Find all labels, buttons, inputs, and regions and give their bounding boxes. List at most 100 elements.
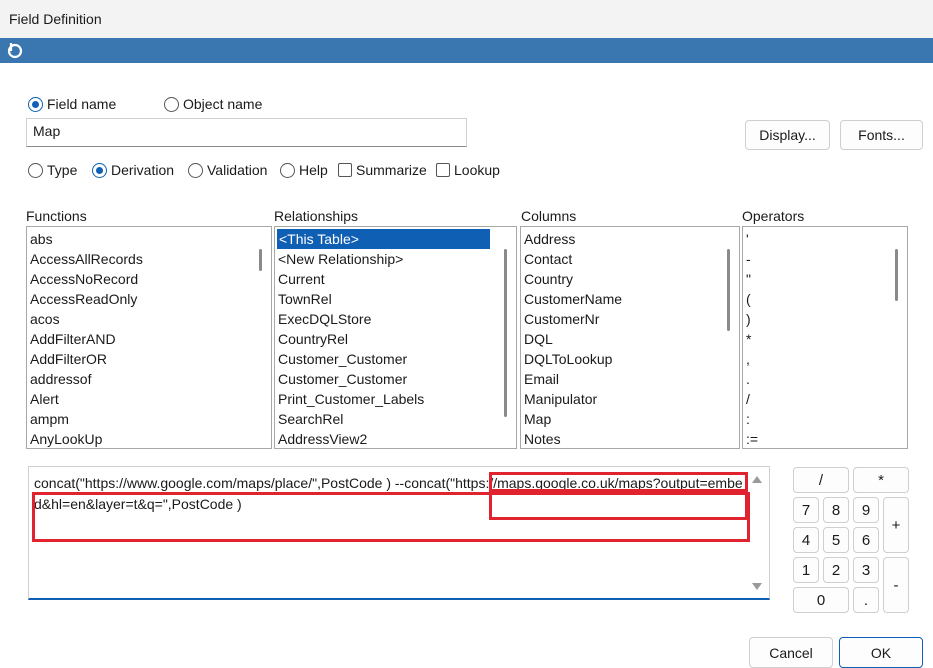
list-item[interactable]: AddFilterOR [27, 349, 271, 369]
key-7[interactable]: 7 [793, 497, 819, 523]
list-item[interactable]: ExecDQLStore [275, 309, 516, 329]
functions-list[interactable]: abs AccessAllRecords AccessNoRecord Acce… [26, 226, 272, 449]
list-item[interactable]: TownRel [275, 289, 516, 309]
list-item[interactable]: Alert [27, 389, 271, 409]
list-item[interactable]: CountryRel [275, 329, 516, 349]
fonts-button[interactable]: Fonts... [840, 120, 923, 150]
list-item[interactable]: Email [521, 369, 739, 389]
list-item[interactable]: Address [521, 229, 739, 249]
list-item[interactable]: Country [521, 269, 739, 289]
list-item[interactable]: Customer_Customer [275, 369, 516, 389]
key-0[interactable]: 0 [793, 587, 849, 613]
field-name-radio[interactable]: Field name [28, 96, 116, 112]
scroll-down-icon[interactable] [752, 583, 762, 590]
ok-button[interactable]: OK [839, 637, 923, 668]
list-item[interactable]: . [743, 369, 907, 389]
help-label: Help [299, 162, 328, 178]
scroll-up-icon[interactable] [752, 476, 762, 483]
key-multiply[interactable]: * [853, 467, 909, 493]
list-item[interactable]: Map [521, 409, 739, 429]
key-3[interactable]: 3 [853, 557, 879, 583]
type-label: Type [47, 162, 78, 178]
key-minus[interactable]: - [883, 557, 909, 613]
scrollbar-thumb[interactable] [504, 249, 507, 417]
display-button[interactable]: Display... [745, 120, 830, 150]
app-logo-icon [7, 43, 23, 59]
lookup-label: Lookup [454, 162, 500, 178]
checkbox-indicator [338, 163, 352, 177]
title-bar: Field Definition [0, 0, 933, 38]
list-item[interactable]: Current [275, 269, 516, 289]
list-item[interactable]: : [743, 409, 907, 429]
scrollbar-thumb[interactable] [895, 249, 898, 301]
scrollbar-thumb[interactable] [259, 249, 262, 271]
radio-indicator [92, 162, 107, 178]
key-5[interactable]: 5 [823, 527, 849, 553]
scrollbar-thumb[interactable] [727, 249, 730, 331]
list-item[interactable]: SearchRel [275, 409, 516, 429]
object-name-label: Object name [183, 96, 263, 112]
relationships-list[interactable]: <This Table> <New Relationship> Current … [274, 226, 517, 449]
validation-label: Validation [207, 162, 268, 178]
list-item[interactable]: AddressView2 [275, 429, 516, 448]
list-item[interactable]: AddFilterAND [27, 329, 271, 349]
list-item[interactable]: CustomerName [521, 289, 739, 309]
derivation-radio[interactable]: Derivation [92, 162, 174, 178]
list-item[interactable]: Customer_Customer [275, 349, 516, 369]
list-item[interactable]: Manipulator [521, 389, 739, 409]
list-item-selected[interactable]: <This Table> [277, 229, 490, 249]
list-item[interactable]: := [743, 429, 907, 448]
functions-label: Functions [26, 208, 87, 224]
operators-list[interactable]: ' - " ( ) * , . / : := [742, 226, 908, 449]
radio-indicator [280, 162, 295, 178]
relationships-label: Relationships [274, 208, 359, 224]
field-name-input[interactable]: Map [26, 118, 467, 147]
key-1[interactable]: 1 [793, 557, 819, 583]
summarize-checkbox[interactable]: Summarize [338, 162, 427, 178]
key-4[interactable]: 4 [793, 527, 819, 553]
lookup-checkbox[interactable]: Lookup [436, 162, 500, 178]
radio-indicator [188, 162, 203, 178]
list-item[interactable]: acos [27, 309, 271, 329]
key-8[interactable]: 8 [823, 497, 849, 523]
list-item[interactable]: Print_Customer_Labels [275, 389, 516, 409]
list-item[interactable]: ampm [27, 409, 271, 429]
highlight-box [32, 492, 750, 542]
list-item[interactable]: ) [743, 309, 907, 329]
key-9[interactable]: 9 [853, 497, 879, 523]
list-item[interactable]: AccessReadOnly [27, 289, 271, 309]
list-item[interactable]: ' [743, 229, 907, 249]
columns-list[interactable]: Address Contact Country CustomerName Cus… [520, 226, 740, 449]
list-item[interactable]: - [743, 249, 907, 269]
list-item[interactable]: ( [743, 289, 907, 309]
operators-label: Operators [742, 208, 805, 224]
list-item[interactable]: Contact [521, 249, 739, 269]
list-item[interactable]: DQL [521, 329, 739, 349]
list-item[interactable]: AccessAllRecords [27, 249, 271, 269]
list-item[interactable]: , [743, 349, 907, 369]
list-item[interactable]: DQLToLookup [521, 349, 739, 369]
app-header-bar [0, 38, 933, 63]
cancel-button[interactable]: Cancel [749, 637, 833, 668]
list-item[interactable]: CustomerNr [521, 309, 739, 329]
summarize-label: Summarize [356, 162, 427, 178]
field-name-label: Field name [47, 96, 117, 112]
list-item[interactable]: * [743, 329, 907, 349]
key-2[interactable]: 2 [823, 557, 849, 583]
list-item[interactable]: / [743, 389, 907, 409]
list-item[interactable]: " [743, 269, 907, 289]
key-plus[interactable]: + [883, 497, 909, 553]
list-item[interactable]: abs [27, 229, 271, 249]
list-item[interactable]: Notes [521, 429, 739, 448]
object-name-radio[interactable]: Object name [164, 96, 262, 112]
key-decimal[interactable]: . [853, 587, 879, 613]
list-item[interactable]: addressof [27, 369, 271, 389]
list-item[interactable]: AccessNoRecord [27, 269, 271, 289]
key-divide[interactable]: / [793, 467, 849, 493]
list-item[interactable]: AnyLookUp [27, 429, 271, 448]
type-radio[interactable]: Type [28, 162, 77, 178]
list-item[interactable]: <New Relationship> [275, 249, 516, 269]
key-6[interactable]: 6 [853, 527, 879, 553]
help-radio[interactable]: Help [280, 162, 328, 178]
validation-radio[interactable]: Validation [188, 162, 267, 178]
